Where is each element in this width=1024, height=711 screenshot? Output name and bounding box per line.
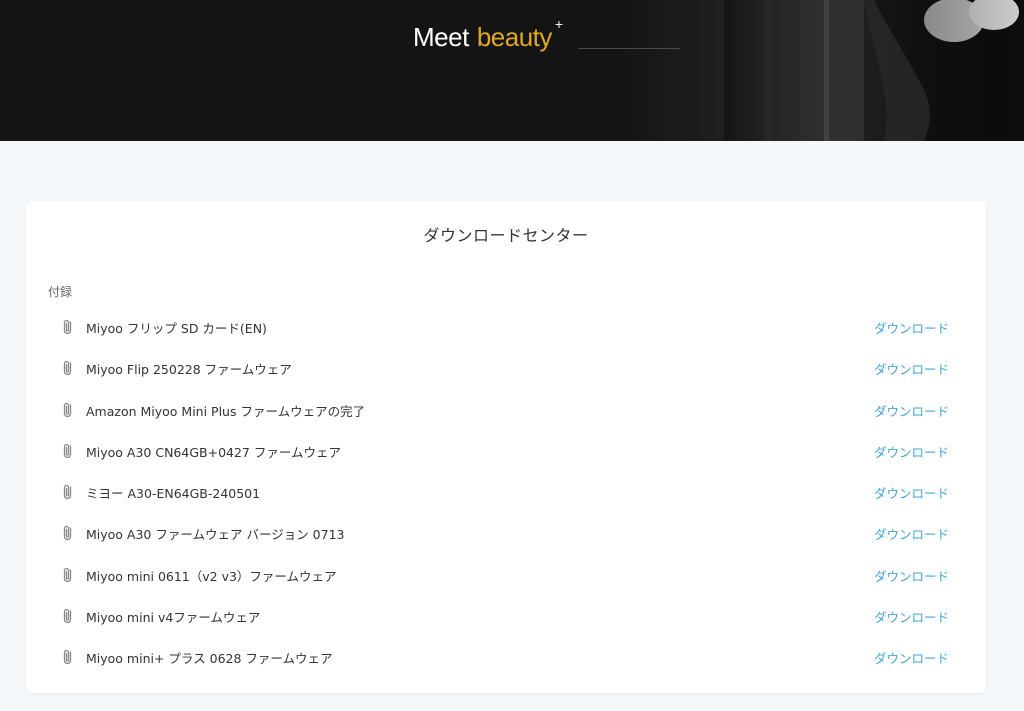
file-name: Miyoo mini 0611（v2 v3）ファームウェア xyxy=(86,568,337,584)
download-link[interactable]: ダウンロード xyxy=(874,442,949,461)
list-item: Miyoo mini v4ファームウェア ダウンロード xyxy=(26,595,986,636)
file-name: Miyoo A30 CN64GB+0427 ファームウェア xyxy=(86,444,341,460)
file-name: Miyoo Flip 250228 ファームウェア xyxy=(86,362,292,378)
paperclip-icon xyxy=(63,319,72,335)
list-item: Miyoo A30 CN64GB+0427 ファームウェア ダウンロード xyxy=(26,430,986,471)
download-link[interactable]: ダウンロード xyxy=(874,566,949,585)
paperclip-icon xyxy=(63,526,72,541)
download-link[interactable]: ダウンロード xyxy=(874,359,949,378)
list-item: Amazon Miyoo Mini Plus ファームウェアの完了 ダウンロード xyxy=(26,389,986,430)
download-link[interactable]: ダウンロード xyxy=(874,648,949,667)
paperclip-icon xyxy=(63,485,72,500)
hero-title-plus: + xyxy=(554,16,563,32)
download-link[interactable]: ダウンロード xyxy=(874,524,949,543)
list-item: Miyoo mini+ プラス 0628 ファームウェア ダウンロード xyxy=(26,636,986,677)
download-link[interactable]: ダウンロード xyxy=(874,318,949,337)
download-center-card: ダウンロードセンター 付録 Miyoo フリップ SD カード(EN) ダウンロ… xyxy=(26,201,986,693)
list-item: Miyoo A30 ファームウェア バージョン 0713 ダウンロード xyxy=(26,512,986,553)
hero-divider xyxy=(578,48,680,49)
hero-photo xyxy=(724,0,1024,141)
file-name: Miyoo フリップ SD カード(EN) xyxy=(86,321,267,336)
paperclip-icon xyxy=(63,402,72,417)
list-item: ミヨー A30-EN64GB-240501 ダウンロード xyxy=(26,471,986,512)
download-link[interactable]: ダウンロード xyxy=(874,483,949,502)
file-name: Miyoo mini+ プラス 0628 ファームウェア xyxy=(86,651,333,667)
list-item: Miyoo フリップ SD カード(EN) ダウンロード xyxy=(26,306,986,347)
file-name: Amazon Miyoo Mini Plus ファームウェアの完了 xyxy=(86,403,366,419)
hero-title-accent: beauty xyxy=(476,22,553,52)
file-name: Miyoo mini v4ファームウェア xyxy=(86,610,261,626)
file-list: Miyoo フリップ SD カード(EN) ダウンロード Miyoo Flip … xyxy=(26,306,986,678)
list-item: Miyoo Flip 250228 ファームウェア ダウンロード xyxy=(26,347,986,388)
file-name: ミヨー A30-EN64GB-240501 xyxy=(86,486,261,502)
hero-title-main: Meet xyxy=(413,22,469,52)
hero-banner: Meet beauty + xyxy=(0,0,1024,141)
download-link[interactable]: ダウンロード xyxy=(874,401,949,420)
paperclip-icon xyxy=(63,650,72,665)
hero-title: Meet beauty + xyxy=(413,16,563,53)
list-item: Miyoo mini 0611（v2 v3）ファームウェア ダウンロード xyxy=(26,554,986,595)
paperclip-icon xyxy=(63,567,72,582)
paperclip-icon xyxy=(63,443,72,458)
paperclip-icon xyxy=(63,608,72,624)
paperclip-icon xyxy=(63,361,72,376)
page-title: ダウンロードセンター xyxy=(423,226,589,245)
file-name: Miyoo A30 ファームウェア バージョン 0713 xyxy=(86,527,345,543)
download-link[interactable]: ダウンロード xyxy=(874,607,949,626)
section-label-attachments: 付録 xyxy=(48,285,73,299)
